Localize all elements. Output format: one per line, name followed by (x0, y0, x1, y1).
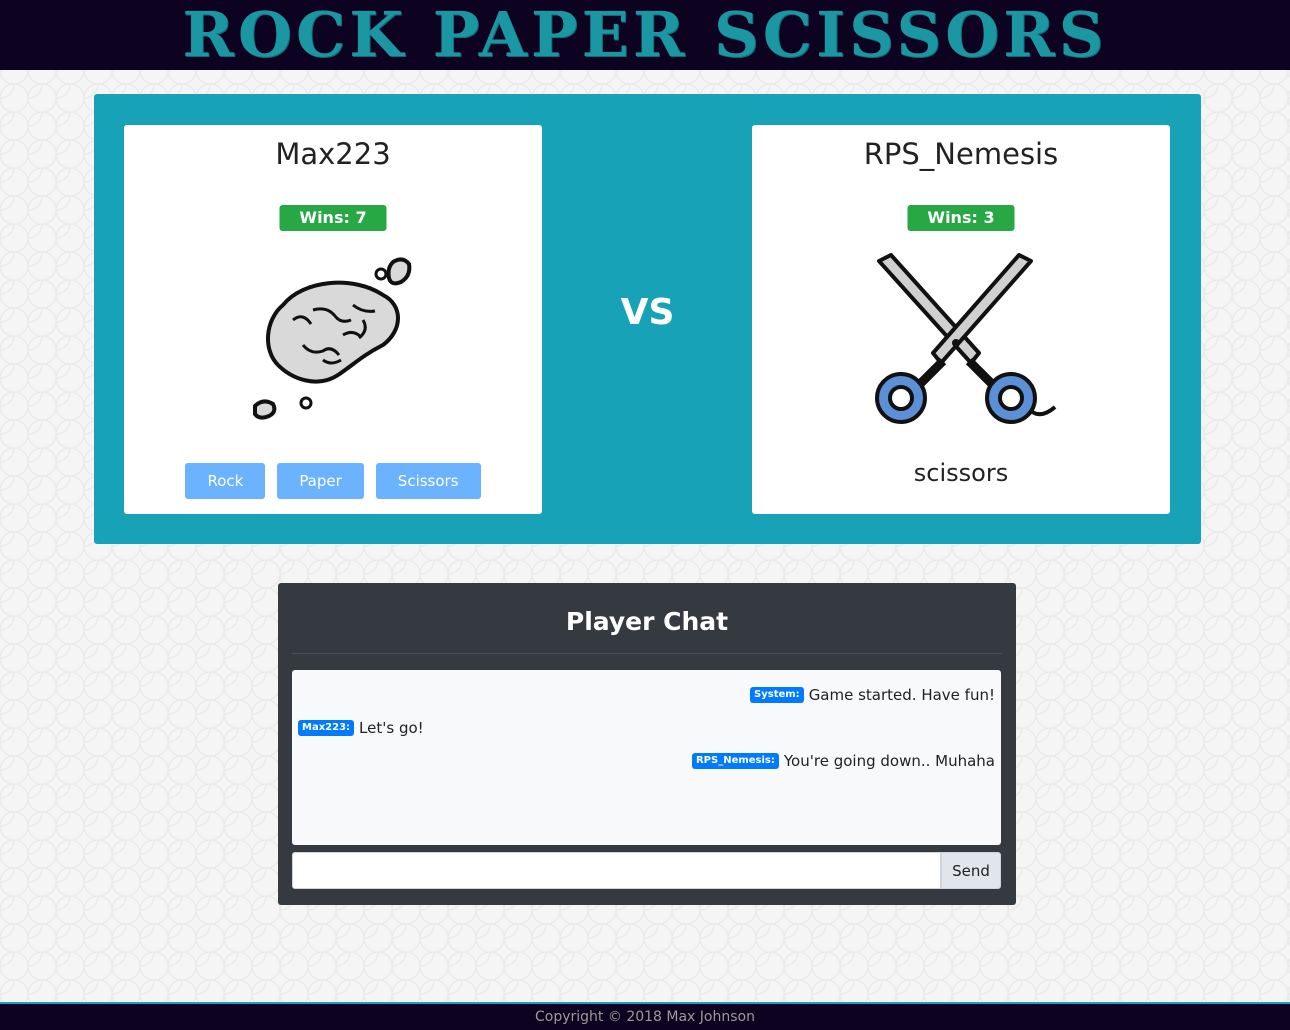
rock-icon (253, 257, 412, 420)
player-card-left: Max223 Wins: 7 Rock Paper Scissors (124, 125, 542, 514)
chat-message: System: Game started. Have fun! (298, 678, 995, 711)
send-button[interactable]: Send (941, 852, 1001, 889)
chat-title: Player Chat (565, 607, 729, 636)
opponent-choice: scissors (913, 459, 1009, 487)
sender-tag: Max223: (298, 719, 355, 736)
sender-tag: RPS_Nemesis: (691, 752, 779, 769)
chat-log[interactable]: System: Game started. Have fun! Max223: … (292, 670, 1001, 845)
game-arena: Max223 Wins: 7 Rock Paper Scissors VS RP… (94, 94, 1201, 544)
vs-label: VS (620, 292, 675, 333)
site-header: ROCK PAPER SCISSORS (0, 0, 1290, 70)
wins-badge: Wins: 3 (907, 205, 1015, 231)
player-name: RPS_Nemesis (863, 137, 1059, 171)
message-text: Let's go! (359, 718, 424, 737)
site-title: ROCK PAPER SCISSORS (182, 0, 1108, 71)
player-card-right: RPS_Nemesis Wins: 3 scissors (752, 125, 1170, 514)
site-footer: Copyright © 2018 Max Johnson (0, 1002, 1290, 1030)
scissors-icon (875, 253, 1057, 424)
rock-button[interactable]: Rock (185, 463, 266, 499)
chat-message: RPS_Nemesis: You're going down.. Muhaha (298, 744, 995, 777)
paper-button[interactable]: Paper (277, 463, 364, 499)
scissors-button[interactable]: Scissors (375, 463, 481, 499)
chat-message: Max223: Let's go! (298, 711, 995, 744)
chat-input[interactable] (292, 852, 941, 889)
message-text: You're going down.. Muhaha (783, 751, 995, 770)
copyright-text: Copyright © 2018 Max Johnson (535, 1009, 755, 1025)
message-text: Game started. Have fun! (808, 685, 995, 704)
wins-badge: Wins: 7 (279, 205, 387, 231)
player-chat: Player Chat System: Game started. Have f… (278, 583, 1016, 905)
choice-buttons: Rock Paper Scissors (124, 463, 542, 499)
sender-tag: System: (750, 686, 804, 703)
chat-divider (292, 653, 1002, 654)
player-name: Max223 (275, 137, 391, 171)
